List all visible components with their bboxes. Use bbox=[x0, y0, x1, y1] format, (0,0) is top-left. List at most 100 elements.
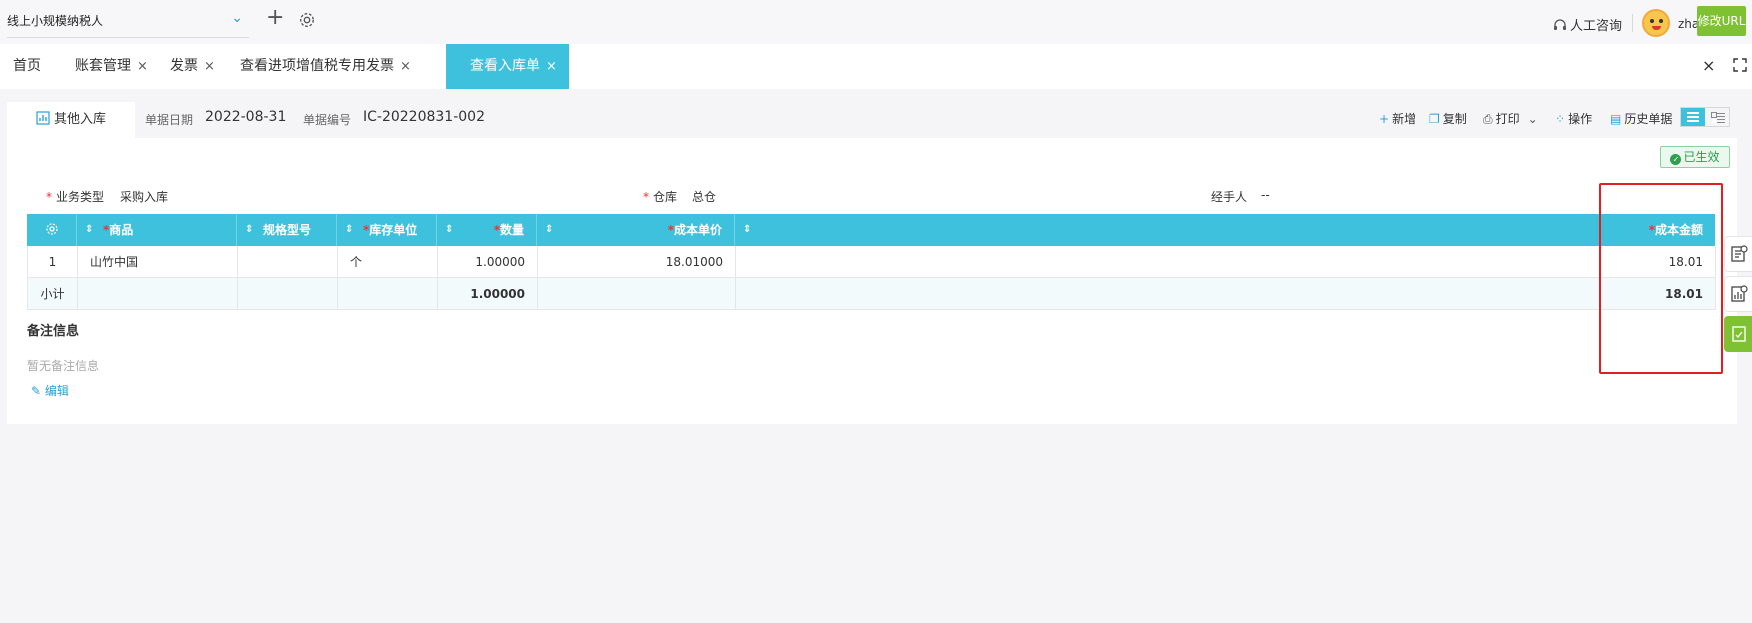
col-unit[interactable]: ⇕ *库存单位 bbox=[337, 214, 437, 246]
col-qty[interactable]: ⇕ *数量 bbox=[437, 214, 537, 246]
tab-view-stock-in[interactable]: 查看入库单 × bbox=[446, 44, 569, 89]
copy-button[interactable]: ❐ 复制 bbox=[1429, 110, 1467, 127]
subtotal-row: 小计 1.00000 18.01 bbox=[27, 278, 1716, 310]
document-icon: ▤ bbox=[1610, 112, 1622, 126]
subtab-label: 其他入库 bbox=[53, 112, 106, 127]
sort-icon[interactable]: ⇕ bbox=[85, 214, 93, 246]
warehouse-value: 总仓 bbox=[692, 190, 717, 204]
copy-icon: ❐ bbox=[1429, 112, 1440, 126]
avatar[interactable] bbox=[1642, 9, 1670, 37]
new-label: 新增 bbox=[1392, 112, 1417, 126]
operate-label: 操作 bbox=[1568, 112, 1593, 126]
history-label: 历史单据 bbox=[1624, 112, 1673, 126]
status-badge: ✓ 已生效 bbox=[1660, 146, 1730, 168]
cell-product[interactable]: 山竹中国 bbox=[78, 246, 238, 278]
handler-label: 经手人 bbox=[1211, 190, 1248, 204]
handler-value: -- bbox=[1261, 188, 1270, 202]
date-label: 单据日期 bbox=[145, 113, 194, 127]
check-circle-icon: ✓ bbox=[1670, 154, 1682, 165]
tab-label: 查看入库单 bbox=[470, 58, 540, 74]
close-icon[interactable]: × bbox=[204, 59, 215, 74]
col-cost-amount[interactable]: ⇕ *成本金额 bbox=[735, 214, 1715, 246]
report-icon bbox=[1731, 245, 1748, 262]
new-button[interactable]: + 新增 bbox=[1379, 110, 1416, 127]
subtab-other-stock-in[interactable]: 其他入库 bbox=[7, 102, 135, 138]
table-row[interactable]: 1 山竹中国 个 1.00000 18.01000 18.01 bbox=[27, 246, 1716, 278]
col-unit-cost[interactable]: ⇕ *成本单价 bbox=[537, 214, 735, 246]
edit-icon: ✎ bbox=[31, 384, 42, 398]
detail-view-icon[interactable] bbox=[1706, 108, 1730, 126]
biz-type-label: * 业务类型 bbox=[46, 190, 105, 204]
tab-home[interactable]: 首页 bbox=[13, 44, 41, 89]
tab-account-management[interactable]: 账套管理 × bbox=[75, 44, 148, 89]
tab-input-vat-invoice[interactable]: 查看进项增值税专用发票 × bbox=[240, 44, 411, 89]
float-checklist-button[interactable] bbox=[1724, 316, 1752, 352]
company-name: 线上小规模纳税人 bbox=[7, 14, 104, 28]
list-view-icon[interactable] bbox=[1681, 108, 1705, 126]
subtotal-cost-amount: 18.01 bbox=[736, 278, 1716, 310]
remark-empty-text: 暂无备注信息 bbox=[27, 359, 100, 373]
highlight-box bbox=[1599, 183, 1723, 374]
gear-icon[interactable] bbox=[298, 11, 316, 29]
sort-icon[interactable]: ⇕ bbox=[445, 214, 453, 246]
cell-spec[interactable] bbox=[238, 246, 338, 278]
subtotal-label: 小计 bbox=[28, 278, 78, 310]
cell-unit-cost[interactable]: 18.01000 bbox=[538, 246, 736, 278]
close-icon[interactable]: × bbox=[400, 59, 411, 74]
fullscreen-icon[interactable] bbox=[1733, 58, 1747, 72]
biz-type-value: 采购入库 bbox=[120, 190, 169, 204]
row-index: 1 bbox=[28, 246, 78, 278]
column-settings[interactable] bbox=[27, 214, 77, 246]
print-label: 打印 bbox=[1495, 112, 1520, 126]
tab-label: 查看进项增值税专用发票 bbox=[240, 58, 394, 74]
subtotal-unit-cost bbox=[538, 278, 736, 310]
stats-icon bbox=[1731, 285, 1748, 302]
float-stats-button[interactable] bbox=[1724, 276, 1752, 312]
sort-icon[interactable]: ⇕ bbox=[743, 214, 751, 246]
tab-label: 发票 bbox=[170, 58, 198, 74]
tab-label: 账套管理 bbox=[75, 58, 131, 74]
add-account-icon[interactable]: + bbox=[266, 7, 284, 29]
float-report-button[interactable] bbox=[1724, 236, 1752, 272]
subtotal-product bbox=[78, 278, 238, 310]
print-button[interactable]: ⎙ 打印 ⌄ bbox=[1483, 110, 1538, 127]
remark-title: 备注信息 bbox=[27, 324, 80, 339]
cell-qty[interactable]: 1.00000 bbox=[438, 246, 538, 278]
table-header: ⇕ *商品 ⇕ 规格型号 ⇕ *库存单位 ⇕ *数量 ⇕ *成本单价 ⇕ *成本金额 bbox=[27, 214, 1715, 246]
subtotal-spec bbox=[238, 278, 338, 310]
sort-icon[interactable]: ⇕ bbox=[345, 214, 353, 246]
number-value: IC-20220831-002 bbox=[363, 109, 485, 125]
top-bar: 线上小规模纳税人 ⌄ + 人工咨询 zha 修改URL bbox=[0, 0, 1752, 44]
edit-remark-link[interactable]: ✎ 编辑 bbox=[31, 382, 69, 399]
col-spec[interactable]: ⇕ 规格型号 bbox=[237, 214, 337, 246]
close-icon[interactable]: × bbox=[546, 59, 557, 74]
status-text: 已生效 bbox=[1683, 150, 1720, 164]
col-product[interactable]: ⇕ *商品 bbox=[77, 214, 237, 246]
chart-doc-icon bbox=[36, 111, 50, 125]
copy-label: 复制 bbox=[1442, 112, 1467, 126]
chevron-down-icon[interactable]: ⌄ bbox=[231, 10, 243, 26]
view-toggle bbox=[1680, 107, 1730, 127]
sort-icon[interactable]: ⇕ bbox=[245, 214, 253, 246]
edit-label: 编辑 bbox=[44, 384, 69, 398]
close-all-tabs-icon[interactable]: × bbox=[1702, 56, 1715, 75]
consult-button[interactable]: 人工咨询 bbox=[1553, 15, 1622, 34]
plus-icon: + bbox=[1379, 112, 1390, 126]
operate-button[interactable]: ⁘ 操作 bbox=[1555, 110, 1592, 127]
modify-url-button[interactable]: 修改URL bbox=[1697, 6, 1746, 36]
gear-icon[interactable] bbox=[45, 222, 59, 236]
sort-icon[interactable]: ⇕ bbox=[545, 214, 553, 246]
cell-unit[interactable]: 个 bbox=[338, 246, 438, 278]
company-selector[interactable]: 线上小规模纳税人 ⌄ bbox=[7, 10, 249, 38]
tab-bar: 首页 账套管理 × 发票 × 查看进项增值税专用发票 × 查看入库单 × bbox=[0, 44, 1752, 89]
consult-label: 人工咨询 bbox=[1570, 19, 1623, 34]
tab-label: 首页 bbox=[13, 58, 41, 74]
divider bbox=[1632, 14, 1633, 32]
cell-cost-amount[interactable]: 18.01 bbox=[736, 246, 1716, 278]
warehouse-label: * 仓库 bbox=[643, 190, 678, 204]
tab-invoice[interactable]: 发票 × bbox=[170, 44, 215, 89]
close-icon[interactable]: × bbox=[137, 59, 148, 74]
chevron-down-icon[interactable]: ⌄ bbox=[1528, 112, 1538, 126]
subtotal-qty: 1.00000 bbox=[438, 278, 538, 310]
history-button[interactable]: ▤ 历史单据 bbox=[1610, 110, 1672, 127]
